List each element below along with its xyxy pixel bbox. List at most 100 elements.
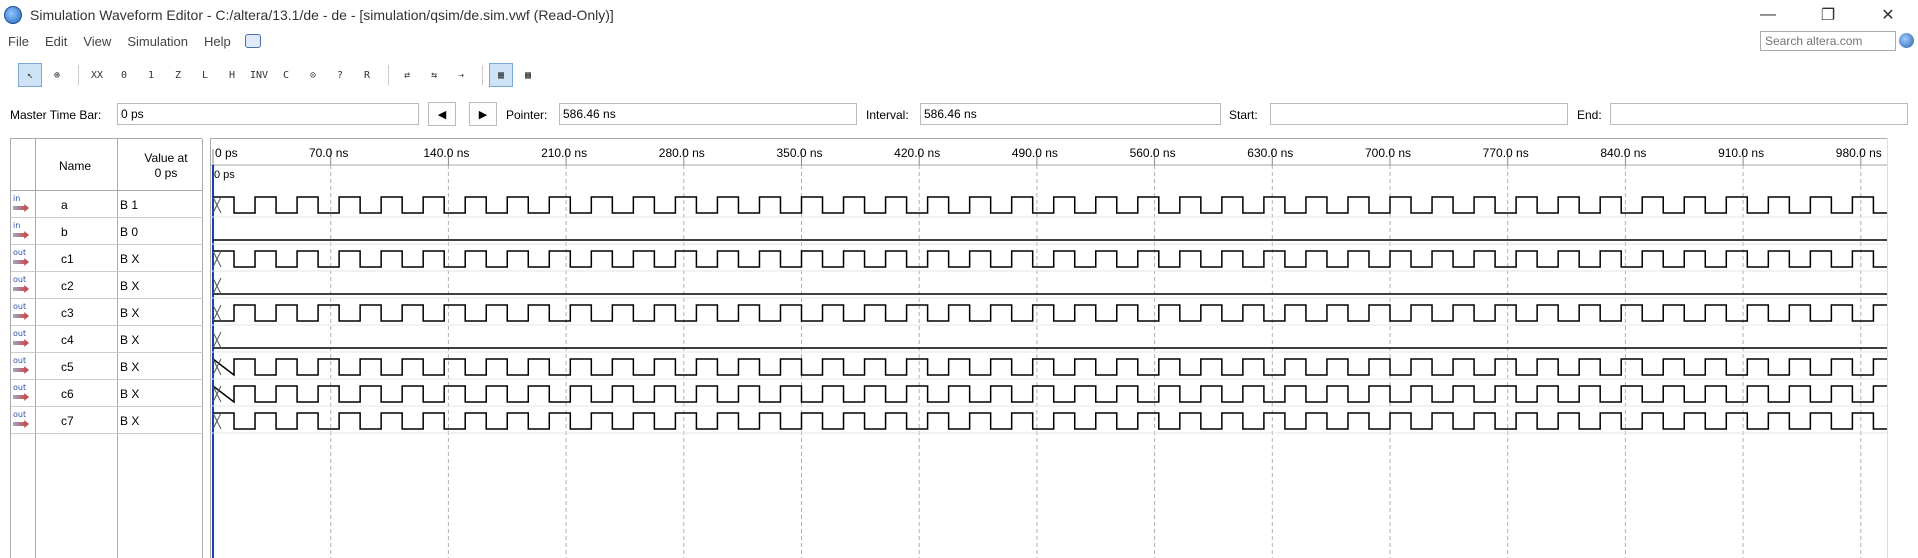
app-logo-icon: [4, 6, 22, 24]
minimize-button[interactable]: —: [1738, 0, 1798, 30]
output-pin-icon: out: [13, 384, 31, 402]
signal-row-a[interactable]: in a B 1: [11, 191, 203, 218]
toolbar-separator: [388, 65, 389, 85]
globe-icon[interactable]: [1899, 33, 1914, 48]
value-column-header[interactable]: Value at 0 ps: [131, 151, 201, 181]
interval-field[interactable]: 586.46 ns: [920, 103, 1221, 125]
zoom-tool-button[interactable]: ⊕: [45, 63, 69, 87]
force-high-icon: 1: [147, 69, 155, 81]
waveform-c7: [213, 412, 1888, 430]
signal-name: c7: [61, 414, 74, 428]
signal-value: B X: [120, 360, 140, 374]
run-timing-sim-button[interactable]: ⇆: [422, 63, 446, 87]
force-weak-high-button[interactable]: H: [220, 63, 244, 87]
start-field[interactable]: [1270, 103, 1568, 125]
previous-transition-button[interactable]: ◀: [428, 102, 456, 126]
signal-name: b: [61, 225, 68, 239]
unknown-marker-c1: [212, 250, 222, 268]
signal-row-c3[interactable]: out c3 B X: [11, 299, 203, 326]
start-label: Start:: [1229, 108, 1258, 122]
invert-icon: INV: [249, 69, 269, 81]
vertical-scrollbar[interactable]: [1887, 138, 1918, 558]
pointer-field[interactable]: 586.46 ns: [559, 103, 857, 125]
run-functional-sim-button[interactable]: ⇄: [395, 63, 419, 87]
time-tick-label: 630.0 ns: [1247, 146, 1293, 160]
signal-row-b[interactable]: in b B 0: [11, 218, 203, 245]
master-time-bar-field[interactable]: 0 ps: [117, 103, 419, 125]
signal-value: B X: [120, 279, 140, 293]
output-pin-icon: out: [13, 330, 31, 348]
time-tick-label: 980.0 ns: [1836, 146, 1882, 160]
time-tick-label: 910.0 ns: [1718, 146, 1764, 160]
snap-to-grid-button[interactable]: ▦: [489, 63, 513, 87]
force-unknown-button[interactable]: XX: [85, 63, 109, 87]
arrow-right-icon: ▶: [478, 108, 488, 121]
overwrite-clock-button[interactable]: ⊙: [301, 63, 325, 87]
help-chat-icon[interactable]: [244, 34, 261, 48]
signal-name: c5: [61, 360, 74, 374]
end-field[interactable]: [1610, 103, 1908, 125]
pin-direction-label: out: [13, 410, 27, 419]
pin-direction-label: out: [13, 329, 27, 338]
force-unknown-icon: XX: [90, 69, 104, 81]
grouping-icon: ▩: [524, 69, 532, 81]
force-high-button[interactable]: 1: [139, 63, 163, 87]
invert-button[interactable]: INV: [247, 63, 271, 87]
pin-arrow-icon: [13, 204, 29, 212]
force-weak-high-icon: H: [228, 69, 236, 81]
arbitrary-value-button[interactable]: ?: [328, 63, 352, 87]
output-pin-icon: out: [13, 357, 31, 375]
force-high-impedance-button[interactable]: Z: [166, 63, 190, 87]
menu-bar: File Edit View Simulation Help: [0, 30, 1918, 52]
pin-arrow-icon: [13, 258, 29, 266]
signal-row-c2[interactable]: out c2 B X: [11, 272, 203, 299]
selection-tool-button[interactable]: ↖: [18, 63, 42, 87]
time-tick-label: 420.0 ns: [894, 146, 940, 160]
pin-direction-label: in: [13, 194, 21, 203]
signal-name: c4: [61, 333, 74, 347]
signal-row-c7[interactable]: out c7 B X: [11, 407, 203, 434]
signal-row-c1[interactable]: out c1 B X: [11, 245, 203, 272]
name-column-header[interactable]: Name: [59, 159, 91, 173]
unknown-marker-c4: [212, 331, 222, 349]
menu-view[interactable]: View: [75, 34, 119, 49]
signal-value: B 0: [120, 225, 139, 239]
signal-name: c1: [61, 252, 74, 266]
random-value-button[interactable]: R: [355, 63, 379, 87]
waveform-canvas[interactable]: 0 ps 70.0 ns 140.0 ns 210.0 ns 280.0 ns 350.0…: [211, 139, 1888, 558]
search-input[interactable]: [1760, 31, 1896, 51]
waveform-panel[interactable]: 0 ps 70.0 ns 140.0 ns 210.0 ns 280.0 ns 350.0…: [210, 138, 1888, 558]
pin-arrow-icon: [13, 339, 29, 347]
pointer-label: Pointer:: [506, 108, 548, 122]
time-tick-label: 0 ps: [215, 146, 238, 160]
restore-button[interactable]: ❐: [1798, 0, 1858, 30]
waveform-c6: [212, 385, 1888, 404]
close-button[interactable]: ✕: [1858, 0, 1918, 30]
unknown-marker-c3: [212, 304, 222, 322]
run-functional-sim-icon: ⇄: [403, 69, 411, 81]
menu-simulation[interactable]: Simulation: [119, 34, 196, 49]
count-value-button[interactable]: C: [274, 63, 298, 87]
pin-direction-label: out: [13, 275, 27, 284]
signal-row-c6[interactable]: out c6 B X: [11, 380, 203, 407]
zoom-tool-icon: ⊕: [53, 69, 61, 81]
end-label: End:: [1577, 108, 1602, 122]
force-low-button[interactable]: 0: [112, 63, 136, 87]
pin-arrow-icon: [13, 366, 29, 374]
value-header-line1: Value at: [144, 151, 188, 165]
next-transition-button[interactable]: ▶: [469, 102, 497, 126]
time-tick-label: 350.0 ns: [776, 146, 822, 160]
force-weak-low-button[interactable]: L: [193, 63, 217, 87]
menu-file[interactable]: File: [0, 34, 37, 49]
generate-netlist-button[interactable]: ⇢: [449, 63, 473, 87]
input-pin-icon: in: [13, 195, 31, 213]
grouping-button[interactable]: ▩: [516, 63, 540, 87]
menu-edit[interactable]: Edit: [37, 34, 75, 49]
arbitrary-value-icon: ?: [336, 69, 344, 81]
signal-row-c4[interactable]: out c4 B X: [11, 326, 203, 353]
menu-help[interactable]: Help: [196, 34, 239, 49]
signal-row-c5[interactable]: out c5 B X: [11, 353, 203, 380]
signal-value: B X: [120, 414, 140, 428]
value-header-line2: 0 ps: [154, 166, 178, 180]
signal-name: a: [61, 198, 68, 212]
